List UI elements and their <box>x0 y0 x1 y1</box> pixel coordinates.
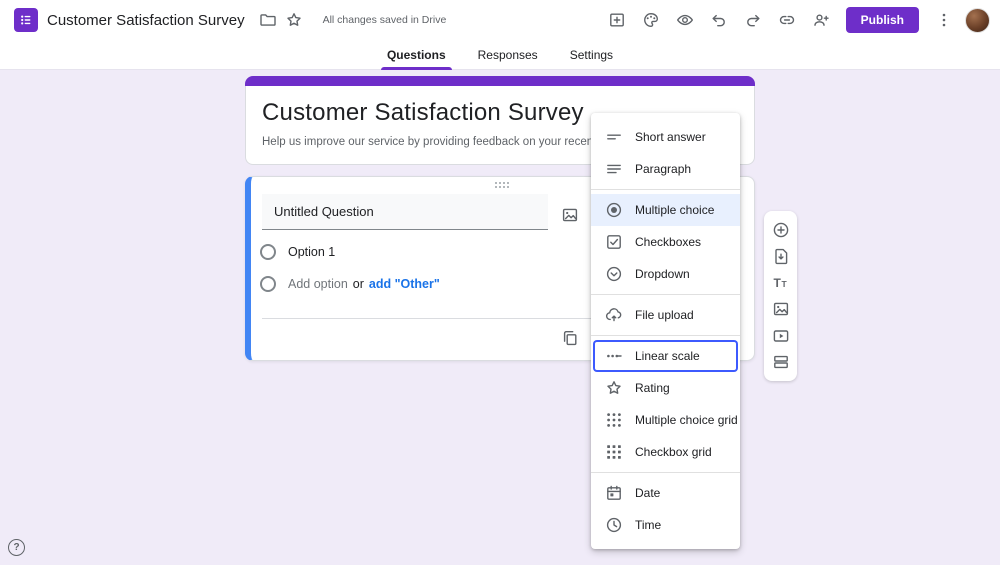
forms-logo-icon[interactable] <box>14 8 38 32</box>
google-forms-editor: Customer Satisfaction Survey All changes… <box>0 0 1000 565</box>
add-option-row: Add option or add "Other" <box>260 276 440 292</box>
option-label[interactable]: Option 1 <box>288 245 335 259</box>
tab-responses[interactable]: Responses <box>476 40 540 69</box>
add-section-icon[interactable] <box>769 350 793 374</box>
checkbox-grid-icon <box>605 443 623 461</box>
star-icon[interactable] <box>281 7 307 33</box>
question-type-menu: Short answer Paragraph Multiple choice C… <box>591 113 740 549</box>
option-row: Option 1 <box>260 244 335 260</box>
add-option-button[interactable]: Add option <box>288 277 348 291</box>
move-to-folder-icon[interactable] <box>255 7 281 33</box>
radio-icon <box>260 244 276 260</box>
menu-divider <box>591 472 740 473</box>
time-clock-icon <box>605 516 623 534</box>
question-title-input[interactable]: Untitled Question <box>262 194 548 230</box>
menu-divider <box>591 189 740 190</box>
copy-link-icon[interactable] <box>774 7 800 33</box>
tab-questions[interactable]: Questions <box>380 40 452 70</box>
checkboxes-icon <box>605 233 623 251</box>
add-other-link[interactable]: add "Other" <box>369 277 440 291</box>
add-image-icon[interactable] <box>557 202 583 228</box>
redo-icon[interactable] <box>740 7 766 33</box>
import-questions-icon[interactable] <box>769 244 793 268</box>
date-calendar-icon <box>605 484 623 502</box>
menu-item-date[interactable]: Date <box>591 477 740 509</box>
avatar[interactable] <box>965 7 990 33</box>
add-title-description-icon[interactable]: TT <box>769 271 793 295</box>
radio-icon <box>260 276 276 292</box>
multiple-choice-icon <box>605 201 623 219</box>
tab-bar: Questions Responses Settings <box>0 40 1000 70</box>
menu-item-checkbox-grid[interactable]: Checkbox grid <box>591 436 740 468</box>
form-canvas: Customer Satisfaction Survey Help us imp… <box>0 70 1000 565</box>
top-bar: Customer Satisfaction Survey All changes… <box>0 0 1000 40</box>
theme-palette-icon[interactable] <box>638 7 664 33</box>
menu-item-rating[interactable]: Rating <box>591 372 740 404</box>
add-question-icon[interactable] <box>769 218 793 242</box>
insert-icon[interactable] <box>604 7 630 33</box>
dropdown-icon <box>605 265 623 283</box>
rating-star-icon <box>605 379 623 397</box>
theme-color-band <box>245 76 755 86</box>
duplicate-icon[interactable] <box>557 325 583 351</box>
add-image-icon[interactable] <box>769 297 793 321</box>
paragraph-icon <box>605 160 623 178</box>
drag-handle-icon[interactable] <box>494 182 511 190</box>
short-answer-icon <box>605 128 623 146</box>
menu-item-paragraph[interactable]: Paragraph <box>591 153 740 185</box>
document-title[interactable]: Customer Satisfaction Survey <box>47 12 245 29</box>
menu-item-short-answer[interactable]: Short answer <box>591 121 740 153</box>
menu-item-linear-scale[interactable]: Linear scale <box>593 340 738 372</box>
add-collaborator-icon[interactable] <box>808 7 834 33</box>
publish-button[interactable]: Publish <box>845 7 919 33</box>
linear-scale-icon <box>605 347 623 365</box>
menu-item-time[interactable]: Time <box>591 509 740 541</box>
menu-item-file-upload[interactable]: File upload <box>591 299 740 331</box>
svg-text:T: T <box>781 279 787 289</box>
menu-item-multiple-choice-grid[interactable]: Multiple choice grid <box>591 404 740 436</box>
save-status: All changes saved in Drive <box>322 14 447 26</box>
topbar-actions: Publish <box>604 7 990 33</box>
side-toolbar: TT <box>764 211 797 381</box>
menu-item-checkboxes[interactable]: Checkboxes <box>591 226 740 258</box>
help-icon[interactable]: ? <box>8 539 25 556</box>
or-text: or <box>352 277 364 291</box>
menu-item-dropdown[interactable]: Dropdown <box>591 258 740 290</box>
file-upload-icon <box>605 306 623 324</box>
menu-divider <box>591 294 740 295</box>
more-menu-icon[interactable] <box>931 7 957 33</box>
multiple-choice-grid-icon <box>605 411 623 429</box>
undo-icon[interactable] <box>706 7 732 33</box>
svg-text:T: T <box>773 276 781 290</box>
preview-eye-icon[interactable] <box>672 7 698 33</box>
tab-settings[interactable]: Settings <box>568 40 615 69</box>
add-video-icon[interactable] <box>769 324 793 348</box>
menu-divider <box>591 335 740 336</box>
menu-item-multiple-choice[interactable]: Multiple choice <box>591 194 740 226</box>
